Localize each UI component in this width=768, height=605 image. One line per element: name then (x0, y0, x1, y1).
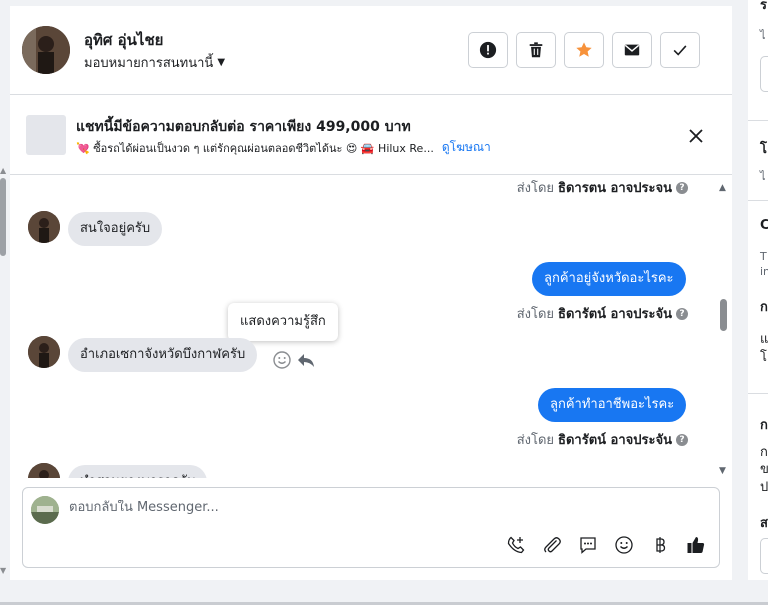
left-scrollbar-thumb[interactable] (0, 178, 6, 256)
report-button[interactable] (468, 32, 508, 68)
right-panel-text: ป (760, 480, 768, 495)
payment-button[interactable] (649, 534, 671, 556)
scroll-up-arrow-icon[interactable]: ▲ (719, 183, 726, 193)
ad-subtitle-text: 💘 ซื้อรถได้ผ่อนเป็นงวด ๆ แต่รักคุณผ่อนตล… (76, 141, 434, 155)
message-avatar (28, 463, 60, 478)
right-panel-heading: ส (760, 516, 768, 531)
sender-name: ธิดารัตน์ อาจประจัน (558, 307, 672, 322)
contact-name[interactable]: อุทิศ อุ่นไชย (84, 28, 163, 52)
message-bubble-incoming[interactable]: สนใจอยู่ครับ (68, 212, 163, 246)
emoji-button[interactable] (613, 534, 635, 556)
saved-reply-button[interactable] (577, 534, 599, 556)
call-add-icon (507, 536, 525, 554)
left-scroll-up-icon[interactable]: ▲ (0, 166, 6, 175)
conversation-header: อุทิศ อุ่นไชย มอบหมายการสนทนานี้ ▼ (10, 6, 732, 95)
scroll-down-arrow-icon[interactable]: ▼ (719, 466, 726, 476)
reaction-tooltip: แสดงความรู้สึก (228, 303, 338, 341)
right-panel-text: T (760, 250, 767, 263)
right-panel-field[interactable] (760, 538, 768, 574)
right-panel-text: ไ (760, 29, 766, 42)
contact-avatar[interactable] (22, 26, 70, 74)
sender-name: ธิดารัตน์ อาจประจัน (558, 433, 672, 448)
sent-by-prefix: ส่งโดย (516, 433, 555, 448)
message-bubble-incoming[interactable]: อำเภอเซกาจังหวัดบึงกาฬครับ (68, 338, 258, 372)
right-panel-text: in (760, 265, 768, 278)
message-thread: ส่งโดย ธิดารตน อาจประจน ? สนใจอยู่ครับ ล… (10, 175, 732, 478)
emoji-icon (615, 536, 633, 554)
page-avatar (31, 496, 59, 524)
right-panel-text: โ (760, 350, 767, 365)
assign-label: มอบหมายการสนทนานี้ (84, 56, 214, 71)
star-button[interactable] (564, 32, 604, 68)
mail-icon (624, 44, 640, 56)
thread-scrollbar-thumb[interactable] (720, 299, 727, 331)
report-icon (479, 41, 497, 59)
conversation-panel: อุทิศ อุ่นไชย มอบหมายการสนทนานี้ ▼ แชทนี… (10, 6, 732, 580)
right-panel-heading: C (760, 218, 768, 233)
sent-by-prefix: ส่งโดย (516, 181, 555, 196)
like-button[interactable] (685, 534, 707, 556)
message-bubble-outgoing[interactable]: ลูกค้าทำอาชีพอะไรคะ (538, 388, 687, 422)
help-icon[interactable]: ? (676, 433, 688, 446)
message-avatar (28, 336, 60, 368)
sent-by-line: ส่งโดย ธิดารัตน์ อาจประจัน ? (517, 303, 688, 324)
caret-down-icon: ▼ (217, 57, 226, 68)
assign-conversation-dropdown[interactable]: มอบหมายการสนทนานี้ ▼ (84, 52, 225, 73)
right-panel-heading: ก (760, 300, 768, 315)
attachment-icon (544, 537, 561, 553)
right-panel-text: ไ (760, 170, 766, 183)
mark-done-button[interactable] (660, 32, 700, 68)
reply-input[interactable] (69, 500, 669, 515)
sender-name: ธิดารตน อาจประจน (558, 181, 672, 196)
ad-thumbnail (26, 115, 66, 155)
sent-by-line: ส่งโดย ธิดารัตน์ อาจประจัน ? (517, 429, 688, 450)
close-icon[interactable] (686, 126, 706, 146)
message-bubble-outgoing[interactable]: ลูกค้าอยู่จังหวัดอะไรคะ (532, 262, 686, 296)
sent-by-prefix: ส่งโดย (516, 307, 555, 322)
right-panel-divider (748, 200, 768, 201)
right-panel-field[interactable] (760, 56, 768, 92)
right-details-panel: ร ไ โ ไ C T in ก แ โ ก ก ข ป ส (748, 0, 768, 580)
right-panel-heading: ร (760, 0, 767, 13)
ad-subtitle: 💘 ซื้อรถได้ผ่อนเป็นงวด ๆ แต่รักคุณผ่อนตล… (76, 138, 491, 157)
check-icon (673, 45, 687, 56)
right-panel-divider (748, 120, 768, 121)
help-icon[interactable]: ? (676, 181, 688, 194)
call-add-button[interactable] (505, 534, 527, 556)
message-avatar (28, 211, 60, 243)
right-panel-divider (748, 393, 768, 394)
view-ad-link[interactable]: ดูโฆษณา (442, 138, 491, 157)
saved-reply-icon (580, 537, 596, 554)
message-bubble-incoming[interactable]: ทำสวนยางพาราครับ (68, 465, 208, 478)
trash-icon (529, 42, 543, 58)
left-scroll-down-icon[interactable]: ▼ (0, 566, 6, 575)
emoji-react-icon[interactable] (272, 350, 292, 370)
sent-by-line: ส่งโดย ธิดารตน อาจประจน ? (517, 177, 688, 198)
ad-title: แชทนี้มีข้อความตอบกลับต่อ ราคาเพียง 499,… (76, 119, 411, 135)
mark-unread-button[interactable] (612, 32, 652, 68)
reply-icon[interactable] (296, 350, 316, 370)
reply-composer (22, 487, 720, 568)
help-icon[interactable]: ? (676, 307, 688, 320)
attach-button[interactable] (541, 534, 563, 556)
star-icon (576, 42, 592, 57)
ad-banner: แชทนี้มีข้อความตอบกลับต่อ ราคาเพียง 499,… (10, 95, 732, 175)
delete-button[interactable] (516, 32, 556, 68)
baht-icon (656, 537, 666, 553)
right-panel-heading: โ (760, 142, 767, 157)
like-icon (687, 537, 705, 553)
right-panel-heading: ก (760, 418, 768, 433)
